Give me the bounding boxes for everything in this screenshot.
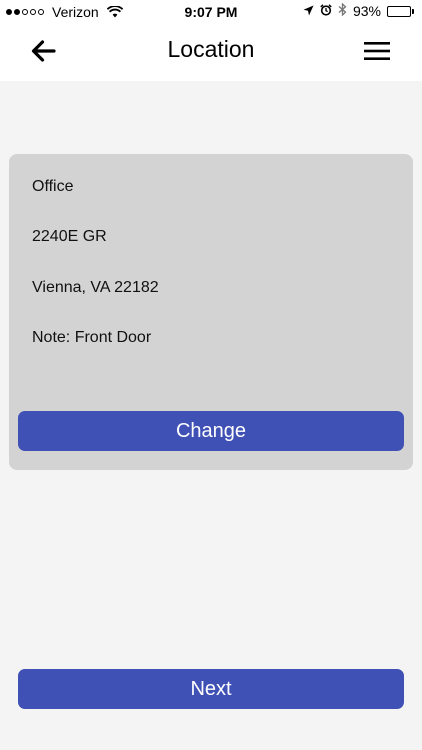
carrier-name: Verizon [52, 4, 99, 20]
location-name: Office [32, 178, 74, 195]
change-button[interactable]: Change [18, 411, 404, 451]
street-address: 2240E GR [32, 228, 107, 245]
bluetooth-icon [338, 2, 347, 19]
hamburger-menu-icon [364, 42, 390, 60]
signal-strength-icon [6, 9, 44, 15]
wifi-icon [106, 6, 123, 18]
location-note: Note: Front Door [32, 329, 152, 346]
alarm-icon [320, 3, 332, 19]
status-left: Verizon [6, 4, 123, 20]
back-arrow-icon [31, 40, 56, 62]
next-button[interactable]: Next [18, 669, 404, 709]
battery-icon [387, 5, 414, 17]
page-title: Location [167, 36, 255, 62]
city-state-zip: Vienna, VA 22182 [32, 279, 159, 296]
status-right: 93% [303, 2, 414, 19]
status-bar: Verizon 9:07 PM 93% [0, 0, 422, 24]
nav-bar: Location [0, 24, 422, 81]
screen: Verizon 9:07 PM 93% Location Office 2240… [0, 0, 422, 750]
location-arrow-icon [303, 3, 314, 19]
back-button[interactable] [28, 36, 58, 66]
battery-percent: 93% [352, 3, 381, 19]
menu-button[interactable] [362, 36, 392, 66]
location-card: Office 2240E GR Vienna, VA 22182 Note: F… [9, 154, 413, 470]
